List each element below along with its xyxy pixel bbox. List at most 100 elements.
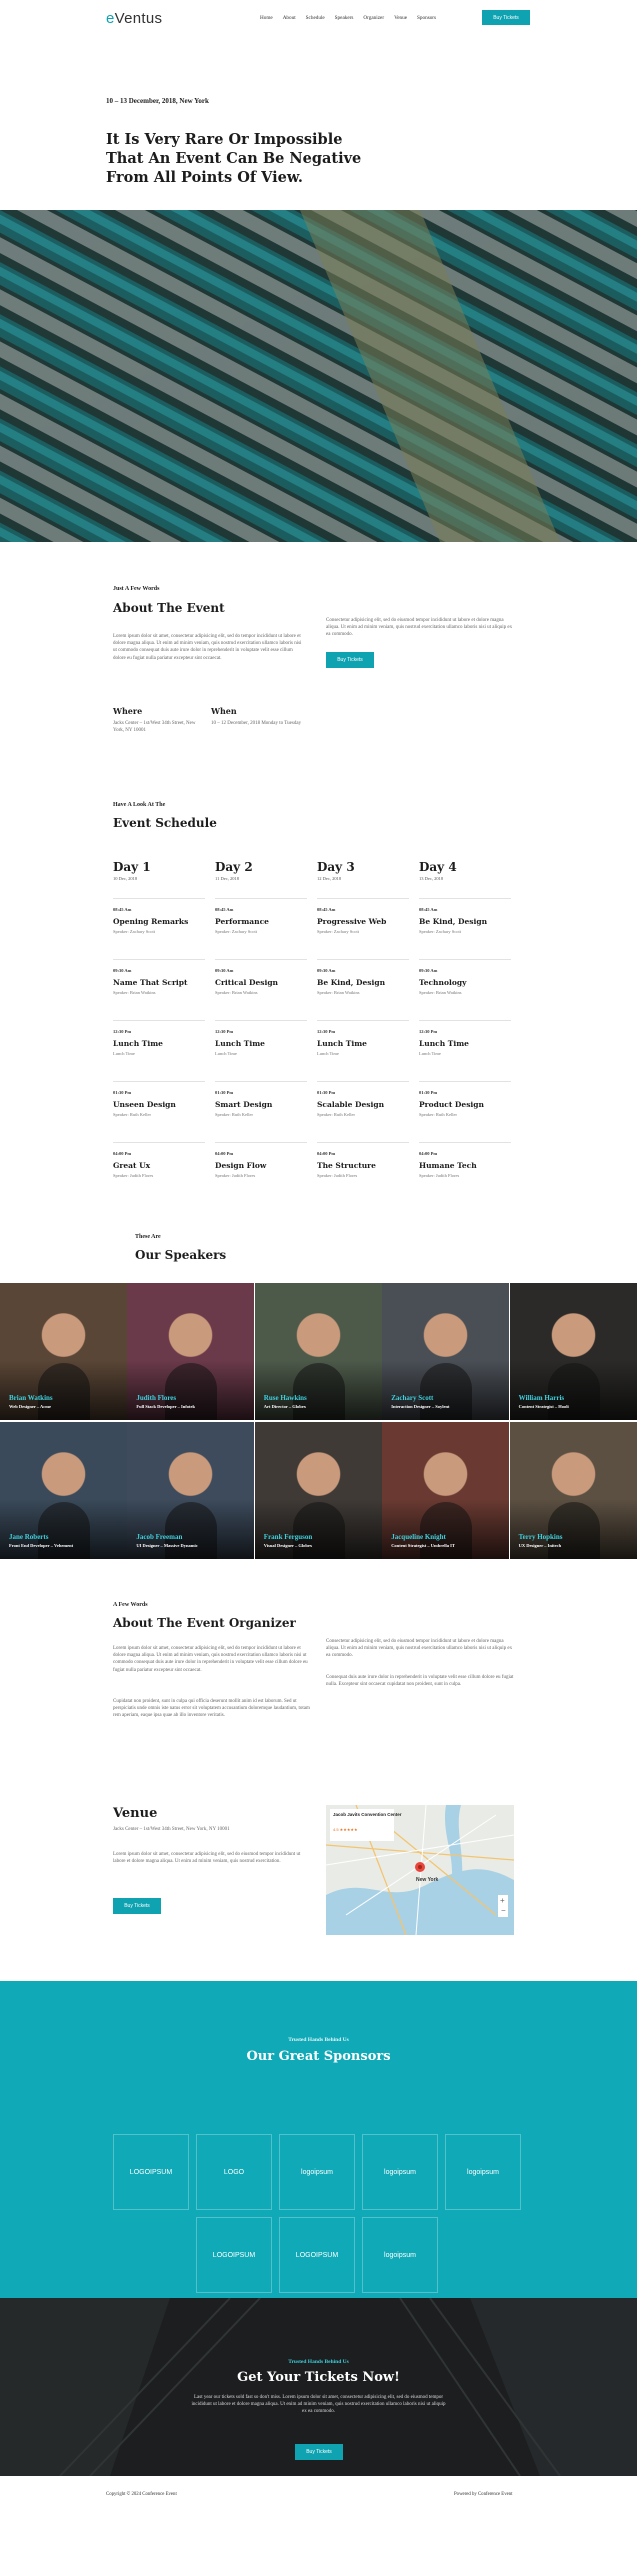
zoom-in-icon[interactable]: + xyxy=(500,1896,505,1905)
schedule-session[interactable]: 08:45 Am Opening Remarks Speaker: Zachary … xyxy=(113,898,205,959)
nav-item-home[interactable]: Home xyxy=(260,15,273,21)
sponsor-logo[interactable]: LOGO xyxy=(196,2134,272,2210)
schedule-session[interactable]: 08:45 Am Performance Speaker: Zachary Scot… xyxy=(215,898,307,959)
schedule-session[interactable]: 09:30 Am Critical Design Speaker: Brian Wa… xyxy=(215,959,307,1020)
speaker-card[interactable]: Ruse Hawkins Art Director – Globex xyxy=(254,1283,382,1420)
sponsor-logo[interactable]: LOGOIPSUM xyxy=(279,2217,355,2293)
sponsor-logo[interactable]: logoipsum xyxy=(279,2134,355,2210)
session-title: Name That Script xyxy=(113,978,188,987)
schedule-session[interactable]: 12:30 Pm Lunch Time Lunch Time xyxy=(215,1020,307,1081)
schedule-session[interactable]: 12:30 Pm Lunch Time Lunch Time xyxy=(419,1020,511,1081)
site-logo[interactable]: eVentus xyxy=(106,10,162,27)
day-date: 11 Dec, 2018 xyxy=(215,876,239,881)
sponsor-logo-text: LOGOIPSUM xyxy=(295,2251,339,2259)
schedule-session[interactable]: 09:30 Am Technology Speaker: Brian Watkins xyxy=(419,959,511,1020)
map-place-name: Jacob Javits Convention Center xyxy=(333,1812,402,1817)
session-time: 08:45 Am xyxy=(317,907,336,912)
session-speaker: Lunch Time xyxy=(419,1051,441,1056)
nav-item-sponsors[interactable]: Sponsors xyxy=(417,15,436,21)
header-buy-tickets-button[interactable]: Buy Tickets xyxy=(482,10,530,25)
session-speaker: Lunch Time xyxy=(215,1051,237,1056)
schedule-day-column: Day 4 13 Dec, 2018 08:45 Am Be Kind, Design… xyxy=(419,860,511,1203)
session-time: 08:45 Am xyxy=(419,907,438,912)
speaker-name[interactable]: Jacqueline Knight xyxy=(391,1533,446,1541)
speaker-card[interactable]: William Harris Content Strategist – Hooli xyxy=(509,1283,637,1420)
map-graphic xyxy=(326,1805,514,1935)
sponsor-logo-text: logoipsum xyxy=(384,2168,416,2176)
session-time: 01:30 Pm xyxy=(215,1090,234,1095)
session-title: Lunch Time xyxy=(419,1039,469,1048)
speaker-card[interactable]: Jacqueline Knight Content Strategist – Um… xyxy=(382,1422,510,1559)
speaker-card[interactable]: Zachary Scott Interaction Designer – Soyl… xyxy=(382,1283,510,1420)
schedule-session[interactable]: 01:30 Pm Smart Design Speaker: Ruth Keller xyxy=(215,1081,307,1142)
session-time: 01:30 Pm xyxy=(317,1090,336,1095)
speaker-name[interactable]: Ruse Hawkins xyxy=(264,1394,307,1402)
speaker-name[interactable]: Frank Ferguson xyxy=(264,1533,312,1541)
schedule-session[interactable]: 01:30 Pm Product Design Speaker: Ruth Kell… xyxy=(419,1081,511,1142)
session-title: Progressive Web xyxy=(317,917,387,926)
schedule-session[interactable]: 09:30 Am Be Kind, Design Speaker: Brian Wa… xyxy=(317,959,409,1020)
session-time: 01:30 Pm xyxy=(113,1090,132,1095)
schedule-session[interactable]: 04:00 Pm The Structure Speaker: Judith Flo… xyxy=(317,1142,409,1203)
sponsor-logo-text: logoipsum xyxy=(301,2168,333,2176)
speaker-role: Front End Developer – Vehement xyxy=(9,1543,74,1548)
session-title: Technology xyxy=(419,978,467,987)
tickets-buy-button[interactable]: Buy Tickets xyxy=(295,2444,343,2460)
speaker-role: Visual Designer – Globex xyxy=(263,1543,313,1548)
sponsor-logo[interactable]: logoipsum xyxy=(362,2217,438,2293)
speaker-overlay xyxy=(0,1499,127,1559)
sponsor-logo[interactable]: LOGOIPSUM xyxy=(113,2134,189,2210)
schedule-session[interactable]: 01:30 Pm Unseen Design Speaker: Ruth Kelle… xyxy=(113,1081,205,1142)
day-name: Day 3 xyxy=(317,860,355,874)
session-speaker: Speaker: Brian Watkins xyxy=(215,990,258,995)
nav-item-organizer[interactable]: Organizer xyxy=(363,15,384,21)
zoom-out-icon[interactable]: − xyxy=(501,1906,506,1915)
schedule-session[interactable]: 09:30 Am Name That Script Speaker: Brian W… xyxy=(113,959,205,1020)
about-buy-tickets-button[interactable]: Buy Tickets xyxy=(326,652,374,668)
speaker-name[interactable]: Jacob Freeman xyxy=(136,1533,182,1541)
session-title: Design Flow xyxy=(215,1161,267,1170)
nav-item-speakers[interactable]: Speakers xyxy=(335,15,354,21)
organizer-right-p1: Consectetur adipisicing elit, sed do eiu… xyxy=(326,1639,513,1659)
nav-item-schedule[interactable]: Schedule xyxy=(306,15,325,21)
speaker-name[interactable]: William Harris xyxy=(519,1394,565,1402)
speaker-card[interactable]: Jane Roberts Front End Developer – Veheme… xyxy=(0,1422,127,1559)
venue-buy-tickets-button[interactable]: Buy Tickets xyxy=(113,1898,161,1914)
speaker-name[interactable]: Terry Hopkins xyxy=(519,1533,563,1541)
schedule-session[interactable]: 04:00 Pm Humane Tech Speaker: Judith Flore… xyxy=(419,1142,511,1203)
session-title: Opening Remarks xyxy=(113,917,189,926)
sponsor-logo[interactable]: LOGOIPSUM xyxy=(196,2217,272,2293)
schedule-session[interactable]: 04:00 Pm Design Flow Speaker: Judith Flore… xyxy=(215,1142,307,1203)
schedule-session[interactable]: 12:30 Pm Lunch Time Lunch Time xyxy=(113,1020,205,1081)
session-speaker: Speaker: Ruth Keller xyxy=(215,1112,253,1117)
sponsor-logo[interactable]: logoipsum xyxy=(362,2134,438,2210)
speaker-role: Art Director – Globex xyxy=(263,1404,306,1409)
map-city-label: New York xyxy=(416,1877,439,1883)
venue-title: Venue xyxy=(113,1806,158,1821)
speaker-name[interactable]: Zachary Scott xyxy=(391,1394,433,1402)
where-text: Jacks Center – 1st/West 34th Street, New… xyxy=(113,721,196,734)
speaker-role: UI Designer – Massive Dynamic xyxy=(136,1543,198,1548)
speaker-card[interactable]: Terry Hopkins UX Designer – Initech xyxy=(509,1422,637,1559)
schedule-session[interactable]: 08:45 Am Be Kind, Design Speaker: Zachary … xyxy=(419,898,511,959)
schedule-session[interactable]: 01:30 Pm Scalable Design Speaker: Ruth Kel… xyxy=(317,1081,409,1142)
nav-item-about[interactable]: About xyxy=(283,15,296,21)
speaker-card[interactable]: Judith Flores Full Stack Developer – Info… xyxy=(127,1283,255,1420)
session-time: 04:00 Pm xyxy=(215,1151,234,1156)
venue-map[interactable]: Jacob Javits Convention Center 4.5 ★★★★★… xyxy=(326,1805,514,1935)
speaker-role: Content Strategist – Umbrella IT xyxy=(391,1543,455,1548)
speaker-name[interactable]: Jane Roberts xyxy=(9,1533,48,1541)
speaker-name[interactable]: Brian Watkins xyxy=(9,1394,53,1402)
speaker-overlay xyxy=(127,1360,255,1420)
nav-item-venue[interactable]: Venue xyxy=(394,15,407,21)
speaker-name[interactable]: Judith Flores xyxy=(136,1394,176,1402)
schedule-session[interactable]: 12:30 Pm Lunch Time Lunch Time xyxy=(317,1020,409,1081)
schedule-session[interactable]: 08:45 Am Progressive Web Speaker: Zachary … xyxy=(317,898,409,959)
day-date: 10 Dec, 2018 xyxy=(113,876,138,881)
speaker-card[interactable]: Frank Ferguson Visual Designer – Globex xyxy=(254,1422,382,1559)
sponsor-logo[interactable]: logoipsum xyxy=(445,2134,521,2210)
sponsor-logo-text: LOGOIPSUM xyxy=(129,2168,173,2176)
speaker-card[interactable]: Jacob Freeman UI Designer – Massive Dynam… xyxy=(127,1422,255,1559)
schedule-session[interactable]: 04:00 Pm Great Ux Speaker: Judith Flores xyxy=(113,1142,205,1203)
speaker-card[interactable]: Brian Watkins Web Designer – Acme xyxy=(0,1283,127,1420)
